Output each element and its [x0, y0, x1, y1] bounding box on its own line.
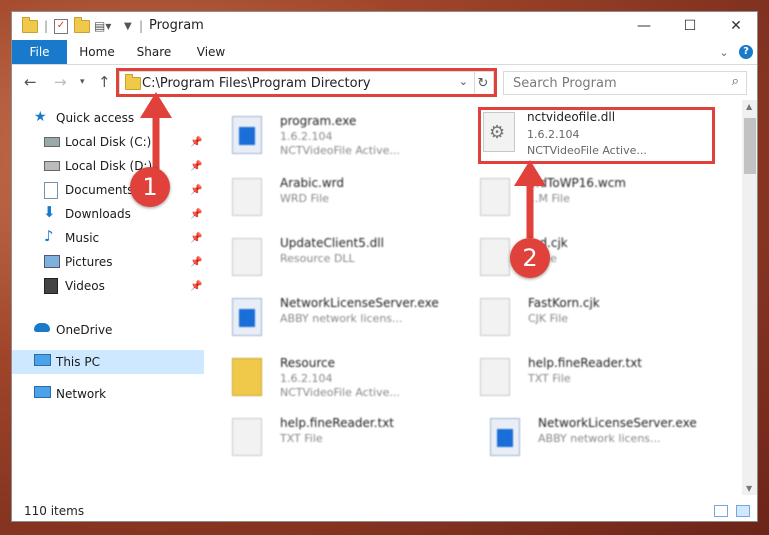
step-2-marker: 2 — [510, 238, 550, 278]
arrow-2 — [514, 160, 546, 238]
arrow-1 — [140, 92, 172, 170]
annotation-arrows — [140, 92, 546, 238]
step-1-marker: 1 — [130, 167, 170, 207]
